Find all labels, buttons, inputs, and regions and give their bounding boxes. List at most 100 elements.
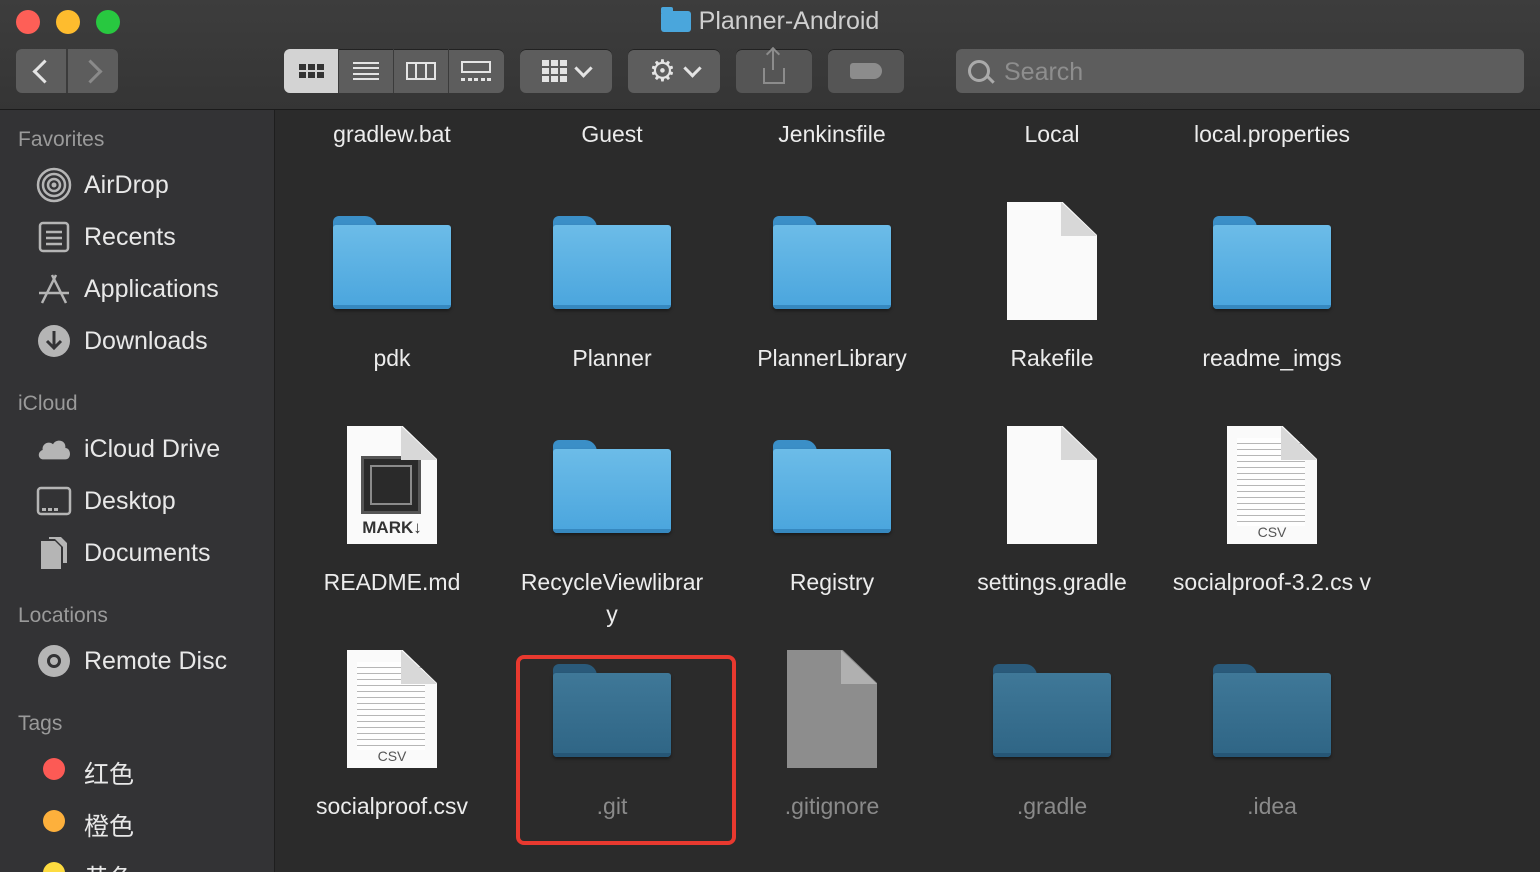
sidebar: Favorites AirDrop Recents Applications D… — [0, 110, 275, 872]
desktop-icon — [36, 483, 72, 519]
titlebar: Planner-Android ⚙ — [0, 0, 1540, 110]
sidebar-header-locations: Locations — [18, 604, 108, 627]
recents-icon — [36, 219, 72, 255]
markdown-file-icon: MARK↓ — [347, 426, 437, 544]
action-button[interactable]: ⚙ — [628, 49, 720, 93]
file-name: socialproof-3.2.cs v — [1172, 569, 1372, 595]
list-view-button[interactable] — [339, 49, 393, 93]
file-name: readme_imgs — [1202, 345, 1342, 371]
forward-button[interactable] — [68, 49, 118, 93]
folder-icon — [553, 216, 671, 309]
back-button[interactable] — [16, 49, 66, 93]
sidebar-item-label: iCloud Drive — [84, 435, 221, 463]
document-icon — [1007, 202, 1097, 320]
highlight-box — [516, 655, 736, 845]
share-button[interactable] — [736, 49, 812, 93]
column-view-button[interactable] — [394, 49, 448, 93]
folder-icon — [1213, 216, 1331, 309]
tag-icon — [850, 63, 882, 79]
documents-icon — [36, 535, 72, 571]
document-icon — [787, 650, 877, 768]
folder-icon — [660, 7, 691, 32]
sidebar-item-icloud-drive[interactable]: iCloud Drive — [0, 427, 274, 471]
file-name: gradlew.bat — [333, 121, 451, 147]
sidebar-item-recents[interactable]: Recents — [0, 215, 274, 259]
window-title-text: Planner-Android — [698, 7, 880, 35]
downloads-icon — [36, 323, 72, 359]
red-tag-dot-icon — [43, 758, 65, 780]
sidebar-header-icloud: iCloud — [18, 392, 78, 415]
sidebar-item-label: 黄色 — [84, 859, 134, 872]
disc-icon — [36, 643, 72, 679]
columns-icon — [406, 62, 436, 80]
file-name: README.md — [323, 569, 461, 595]
folder-icon — [773, 216, 891, 309]
gear-icon: ⚙ — [649, 54, 676, 88]
file-name: PlannerLibrary — [757, 345, 907, 371]
sidebar-header-tags: Tags — [18, 712, 63, 735]
sidebar-item-label: Desktop — [84, 487, 176, 515]
tag-button[interactable] — [828, 49, 904, 93]
group-by-button[interactable] — [520, 49, 612, 93]
folder-icon — [553, 440, 671, 533]
search-field[interactable] — [956, 49, 1524, 93]
group-grid-icon — [542, 60, 567, 82]
yellow-tag-dot-icon — [43, 862, 65, 872]
chevron-right-icon — [77, 58, 103, 84]
airdrop-icon — [36, 167, 72, 203]
file-name: local.properties — [1194, 121, 1350, 147]
folder-icon — [333, 216, 451, 309]
sidebar-item-airdrop[interactable]: AirDrop — [0, 163, 274, 207]
list-icon — [353, 62, 379, 80]
chevron-down-icon — [574, 58, 593, 78]
sidebar-item-tag-orange[interactable]: 橙色 — [0, 799, 274, 843]
file-name: RecycleViewlibrar y — [520, 569, 704, 627]
markdown-badge: MARK↓ — [362, 518, 422, 537]
window-title: Planner-Android — [0, 7, 1540, 36]
sidebar-item-tag-yellow[interactable]: 黄色 — [0, 851, 274, 872]
folder-icon — [1213, 664, 1331, 757]
csv-badge: CSV — [1257, 524, 1287, 540]
file-name: Registry — [789, 569, 875, 595]
csv-file-icon: CSV — [347, 650, 437, 768]
sidebar-item-desktop[interactable]: Desktop — [0, 479, 274, 523]
file-name: Planner — [572, 345, 652, 371]
sidebar-header-favorites: Favorites — [18, 128, 105, 151]
sidebar-item-label: 橙色 — [84, 813, 135, 841]
nav-buttons — [16, 49, 118, 93]
file-name: Local — [1024, 121, 1080, 147]
file-name: pdk — [373, 345, 411, 371]
search-icon — [968, 60, 990, 82]
sidebar-item-remote-disc[interactable]: Remote Disc — [0, 639, 274, 683]
icon-grid-icon — [298, 64, 324, 78]
share-icon — [763, 50, 785, 84]
sidebar-item-label: Documents — [84, 539, 211, 567]
cloud-icon — [36, 431, 72, 467]
file-grid: gradlew.bat Guest Jenkinsfile Local loca… — [275, 110, 1540, 872]
gallery-view-button[interactable] — [449, 49, 503, 93]
sidebar-item-downloads[interactable]: Downloads — [0, 319, 274, 363]
gallery-icon — [461, 61, 491, 81]
sidebar-item-documents[interactable]: Documents — [0, 531, 274, 575]
file-name: .gitignore — [784, 793, 880, 819]
file-name: .gradle — [1016, 793, 1088, 819]
orange-tag-dot-icon — [43, 810, 65, 832]
chevron-down-icon — [683, 58, 702, 78]
sidebar-item-label: AirDrop — [84, 171, 169, 199]
search-input[interactable] — [1002, 55, 1506, 89]
csv-file-icon: CSV — [1227, 426, 1317, 544]
sidebar-item-label: Applications — [84, 275, 219, 303]
file-name: Jenkinsfile — [778, 121, 886, 147]
sidebar-item-applications[interactable]: Applications — [0, 267, 274, 311]
chevron-left-icon — [31, 58, 57, 84]
file-name: socialproof.csv — [315, 793, 469, 819]
folder-icon — [773, 440, 891, 533]
sidebar-item-label: Remote Disc — [84, 647, 228, 675]
finder-window: Planner-Android ⚙ Search Favorites AirDr… — [0, 0, 1540, 872]
document-icon — [1007, 426, 1097, 544]
sidebar-item-label: Recents — [84, 223, 176, 251]
view-switcher — [284, 49, 504, 93]
sidebar-item-label: Downloads — [84, 327, 208, 355]
icon-view-button[interactable] — [284, 49, 338, 93]
sidebar-item-tag-red[interactable]: 红色 — [0, 747, 274, 791]
